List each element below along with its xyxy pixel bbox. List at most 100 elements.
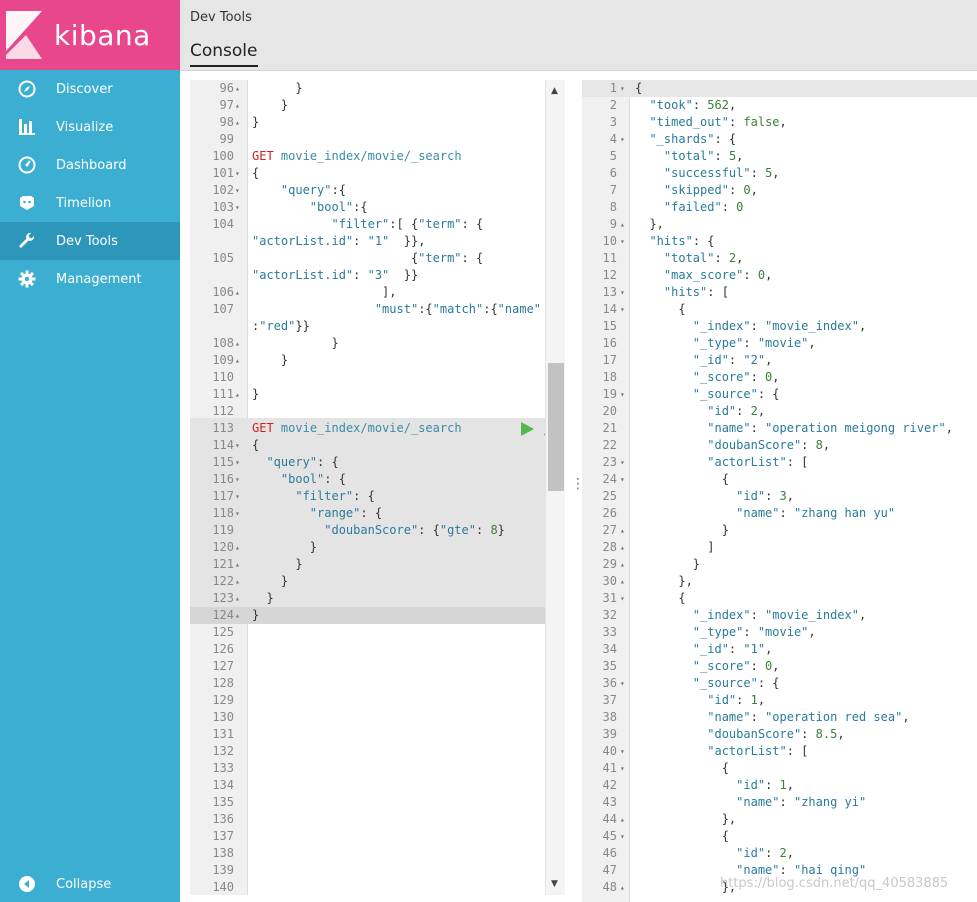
fold-toggle-icon[interactable]: ▴ [620,522,630,539]
editor-line[interactable]: "actorList.id": "1" }}, [190,233,545,250]
output-line[interactable]: 32 "_index": "movie_index", [582,607,977,624]
fold-toggle-icon[interactable]: ▴ [620,556,630,573]
output-line[interactable]: 23 ▾ "actorList": [ [582,454,977,471]
output-line[interactable]: 37 "id": 1, [582,692,977,709]
editor-line[interactable]: 108 ▴ } [190,335,545,352]
output-line[interactable]: 39 "doubanScore": 8.5, [582,726,977,743]
sidebar-item-timelion[interactable]: Timelion [0,184,180,222]
editor-line[interactable]: 102 ▾ "query":{ [190,182,545,199]
output-line[interactable]: 42 "id": 1, [582,777,977,794]
output-line[interactable]: 13 ▾ "hits": [ [582,284,977,301]
output-line[interactable]: 4 ▾ "_shards": { [582,131,977,148]
editor-line[interactable]: 98 ▴} [190,114,545,131]
fold-toggle-icon[interactable]: ▾ [235,437,245,454]
output-line[interactable]: 3 "timed_out": false, [582,114,977,131]
fold-toggle-icon[interactable]: ▾ [235,199,245,216]
output-line[interactable]: 25 "id": 3, [582,488,977,505]
fold-toggle-icon[interactable]: ▾ [620,590,630,607]
output-line[interactable]: 34 "_id": "1", [582,641,977,658]
editor-line[interactable]: 105 {"term": { [190,250,545,267]
pane-splitter[interactable]: ⋮ [566,71,585,902]
editor-line[interactable]: 131 [190,726,545,743]
editor-line[interactable]: 100 GET movie_index/movie/_search [190,148,545,165]
fold-toggle-icon[interactable]: ▾ [235,454,245,471]
fold-toggle-icon[interactable]: ▴ [620,879,630,896]
fold-toggle-icon[interactable]: ▴ [235,607,245,624]
output-line[interactable]: 20 "id": 2, [582,403,977,420]
fold-toggle-icon[interactable]: ▾ [620,454,630,471]
scroll-down-icon[interactable]: ▼ [551,879,558,889]
editor-line[interactable]: 134 [190,777,545,794]
fold-toggle-icon[interactable]: ▴ [235,590,245,607]
editor-line[interactable]: 104 "filter":[ {"term": { [190,216,545,233]
editor-line[interactable]: 124 ▴} [190,607,545,624]
editor-line[interactable]: 128 [190,675,545,692]
editor-line[interactable]: 136 [190,811,545,828]
output-line[interactable]: 9 ▴ }, [582,216,977,233]
output-line[interactable]: 29 ▴ } [582,556,977,573]
output-line[interactable]: 45 ▾ { [582,828,977,845]
scroll-thumb[interactable] [548,363,564,491]
editor-line[interactable]: :"red"}} [190,318,545,335]
fold-toggle-icon[interactable]: ▴ [235,284,245,301]
editor-line[interactable]: 97 ▴ } [190,97,545,114]
fold-toggle-icon[interactable]: ▴ [620,539,630,556]
editor-line[interactable]: 125 [190,624,545,641]
editor-line[interactable]: 119 "doubanScore": {"gte": 8} [190,522,545,539]
output-line[interactable]: 36 ▾ "_source": { [582,675,977,692]
fold-toggle-icon[interactable]: ▾ [235,488,245,505]
editor-line[interactable]: 132 [190,743,545,760]
output-line[interactable]: 44 ▴ }, [582,811,977,828]
editor-line[interactable]: 130 [190,709,545,726]
output-line[interactable]: 18 "_score": 0, [582,369,977,386]
output-line[interactable]: 1 ▾ { [582,80,977,97]
request-editor[interactable]: 96 ▴ } 97 ▴ } 98 ▴} 99 100 GET movie_index/movie… [190,80,566,895]
output-line[interactable]: 17 "_id": "2", [582,352,977,369]
fold-toggle-icon[interactable]: ▾ [620,386,630,403]
fold-toggle-icon[interactable]: ▴ [620,216,630,233]
output-line[interactable]: 22 "doubanScore": 8, [582,437,977,454]
editor-line[interactable]: 101 ▾ { [190,165,545,182]
sidebar-item-dashboard[interactable]: Dashboard [0,146,180,184]
editor-line[interactable]: 113 GET movie_index/movie/_search [190,420,545,437]
output-line[interactable]: 7 "skipped": 0, [582,182,977,199]
fold-toggle-icon[interactable]: ▴ [235,352,245,369]
output-line[interactable]: 46 "id": 2, [582,845,977,862]
editor-line[interactable]: 120 ▴ } [190,539,545,556]
output-line[interactable]: 5 "total": 5, [582,148,977,165]
output-line[interactable]: 38 "name": "operation red sea", [582,709,977,726]
output-line[interactable]: 11 "total": 2, [582,250,977,267]
fold-toggle-icon[interactable]: ▾ [235,182,245,199]
fold-toggle-icon[interactable]: ▾ [620,233,630,250]
sidebar-item-discover[interactable]: Discover [0,70,180,108]
response-output[interactable]: 1 ▾{2 "took": 562, 3 "timed_out": false, 4 ▾… [582,80,977,902]
output-line[interactable]: 10 ▾ "hits": { [582,233,977,250]
editor-line[interactable]: 115 ▾ "query": { [190,454,545,471]
output-line[interactable]: 24 ▾ { [582,471,977,488]
sidebar-item-dev-tools[interactable]: Dev Tools [0,222,180,260]
fold-toggle-icon[interactable]: ▾ [620,80,630,97]
editor-line[interactable]: 127 [190,658,545,675]
output-line[interactable]: 26 "name": "zhang han yu" [582,505,977,522]
fold-toggle-icon[interactable]: ▾ [235,505,245,522]
output-line[interactable]: 40 ▾ "actorList": [ [582,743,977,760]
editor-line[interactable]: 133 [190,760,545,777]
output-line[interactable]: 8 "failed": 0 [582,199,977,216]
fold-toggle-icon[interactable]: ▾ [620,301,630,318]
output-line[interactable]: 12 "max_score": 0, [582,267,977,284]
sidebar-item-management[interactable]: Management [0,260,180,298]
fold-toggle-icon[interactable]: ▴ [235,539,245,556]
fold-toggle-icon[interactable]: ▴ [235,335,245,352]
editor-line[interactable]: 123 ▴ } [190,590,545,607]
fold-toggle-icon[interactable]: ▾ [620,284,630,301]
editor-line[interactable]: "actorList.id": "3" }} [190,267,545,284]
editor-line[interactable]: 116 ▾ "bool": { [190,471,545,488]
fold-toggle-icon[interactable]: ▾ [620,828,630,845]
tab-console[interactable]: Console [190,41,258,67]
output-line[interactable]: 28 ▴ ] [582,539,977,556]
fold-toggle-icon[interactable]: ▾ [620,131,630,148]
fold-toggle-icon[interactable]: ▾ [235,471,245,488]
editor-line[interactable]: 135 [190,794,545,811]
editor-line[interactable]: 140 [190,879,545,895]
output-line[interactable]: 33 "_type": "movie", [582,624,977,641]
